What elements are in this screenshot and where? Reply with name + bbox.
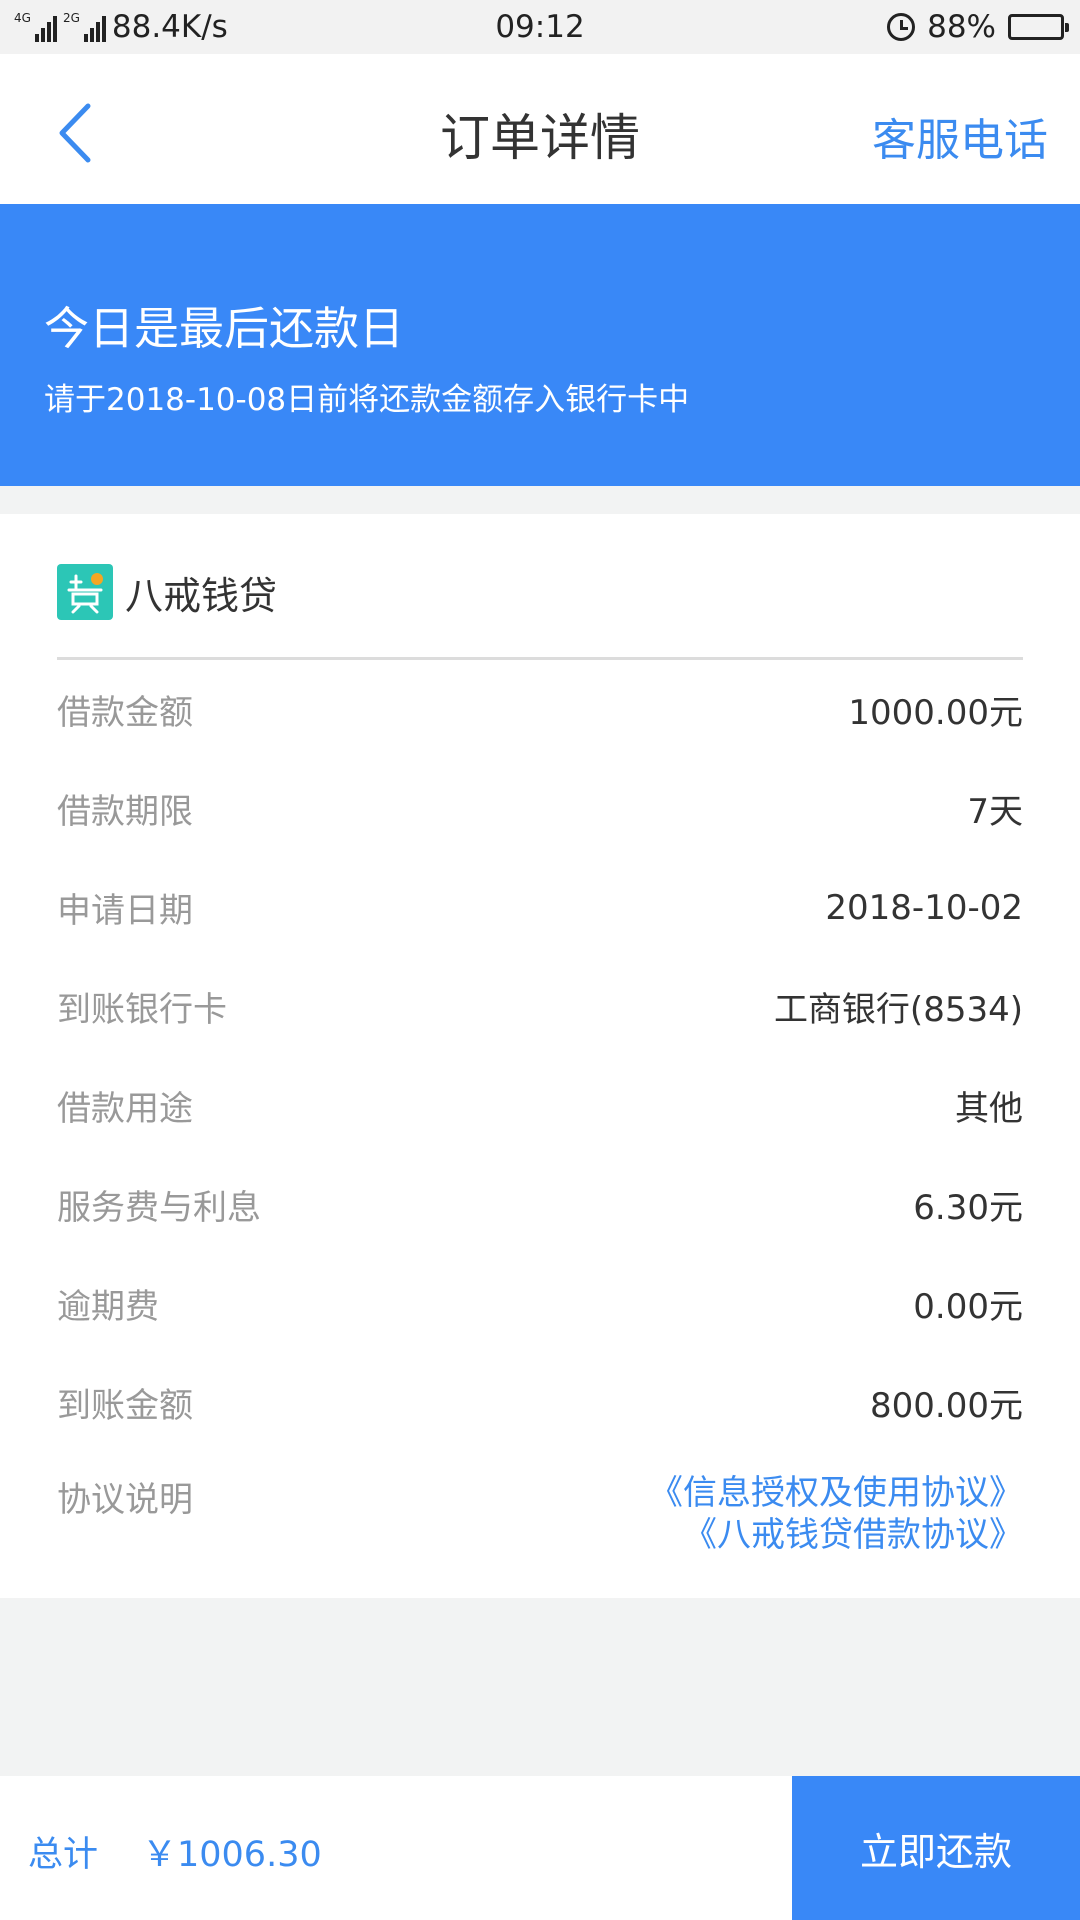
- detail-label: 申请日期: [57, 891, 193, 931]
- lender-header: 八戒钱贷: [57, 564, 277, 620]
- detail-value: 其他: [955, 1089, 1023, 1129]
- detail-row-fees-interest: 服务费与利息 6.30元: [57, 1155, 1023, 1254]
- total-amount: ￥1006.30: [142, 1835, 322, 1875]
- battery-percent: 88%: [927, 9, 996, 45]
- order-detail-card: 八戒钱贷 借款金额 1000.00元 借款期限 7天 申请日期 2018-10-…: [0, 514, 1080, 1598]
- detail-label: 到账金额: [57, 1386, 193, 1426]
- detail-label: 借款金额: [57, 693, 193, 733]
- detail-row-apply-date: 申请日期 2018-10-02: [57, 858, 1023, 957]
- detail-row-received-amount: 到账金额 800.00元: [57, 1353, 1023, 1452]
- detail-row-overdue-fee: 逾期费 0.00元: [57, 1254, 1023, 1353]
- total-label: 总计: [28, 1835, 99, 1875]
- detail-label: 借款期限: [57, 792, 193, 832]
- detail-value: 6.30元: [913, 1188, 1023, 1228]
- customer-service-phone-button[interactable]: 客服电话: [872, 104, 1048, 168]
- lender-name: 八戒钱贷: [125, 573, 278, 618]
- detail-value: 7天: [967, 792, 1023, 832]
- signal-icon: 4G: [14, 12, 57, 42]
- agreement-links: 《信息授权及使用协议》《八戒钱贷借款协议》: [343, 1472, 1023, 1556]
- lender-logo-icon: [57, 564, 113, 620]
- net-speed: 88.4K/s: [111, 9, 228, 45]
- status-bar: 4G 2G 88.4K/s 09:12 88%: [0, 0, 1080, 54]
- status-right: 88%: [887, 9, 1069, 45]
- agreement-label: 协议说明: [57, 1480, 193, 1520]
- banner-subtitle: 请于2018-10-08日前将还款金额存入银行卡中: [44, 382, 690, 418]
- detail-label: 借款用途: [57, 1089, 193, 1129]
- signal-icon: 2G: [63, 12, 106, 42]
- signal-tag: 2G: [62, 11, 80, 25]
- repay-now-button[interactable]: 立即还款: [792, 1776, 1080, 1920]
- detail-label: 逾期费: [57, 1287, 159, 1327]
- signal-tag: 4G: [14, 11, 31, 25]
- detail-list: 借款金额 1000.00元 借款期限 7天 申请日期 2018-10-02 到账…: [57, 660, 1023, 1452]
- detail-value: 1000.00元: [848, 693, 1023, 733]
- alarm-icon: [887, 13, 916, 41]
- loan-agreement-link[interactable]: 《八戒钱贷借款协议》: [683, 1515, 1023, 1555]
- detail-row-loan-purpose: 借款用途 其他: [57, 1056, 1023, 1155]
- detail-value: 2018-10-02: [825, 887, 1023, 928]
- battery-icon: [1008, 14, 1069, 40]
- detail-label: 服务费与利息: [57, 1188, 261, 1228]
- bottom-bar: 总计 ￥1006.30 立即还款: [0, 1776, 1080, 1920]
- detail-label: 到账银行卡: [57, 990, 227, 1030]
- detail-value: 0.00元: [913, 1287, 1023, 1327]
- detail-row-loan-amount: 借款金额 1000.00元: [57, 660, 1023, 759]
- info-authorization-agreement-link[interactable]: 《信息授权及使用协议》: [649, 1473, 1023, 1513]
- detail-value: 工商银行(8534): [773, 990, 1023, 1030]
- nav-header: 订单详情 客服电话: [0, 54, 1080, 204]
- detail-row-loan-term: 借款期限 7天: [57, 759, 1023, 858]
- detail-value: 800.00元: [870, 1386, 1023, 1426]
- banner-title: 今日是最后还款日: [44, 302, 405, 355]
- status-left: 4G 2G 88.4K/s: [14, 9, 228, 45]
- detail-row-bank-card: 到账银行卡 工商银行(8534): [57, 957, 1023, 1056]
- agreement-row: 协议说明 《信息授权及使用协议》《八戒钱贷借款协议》: [57, 1472, 1023, 1582]
- repayment-banner: 今日是最后还款日 请于2018-10-08日前将还款金额存入银行卡中: [0, 204, 1080, 486]
